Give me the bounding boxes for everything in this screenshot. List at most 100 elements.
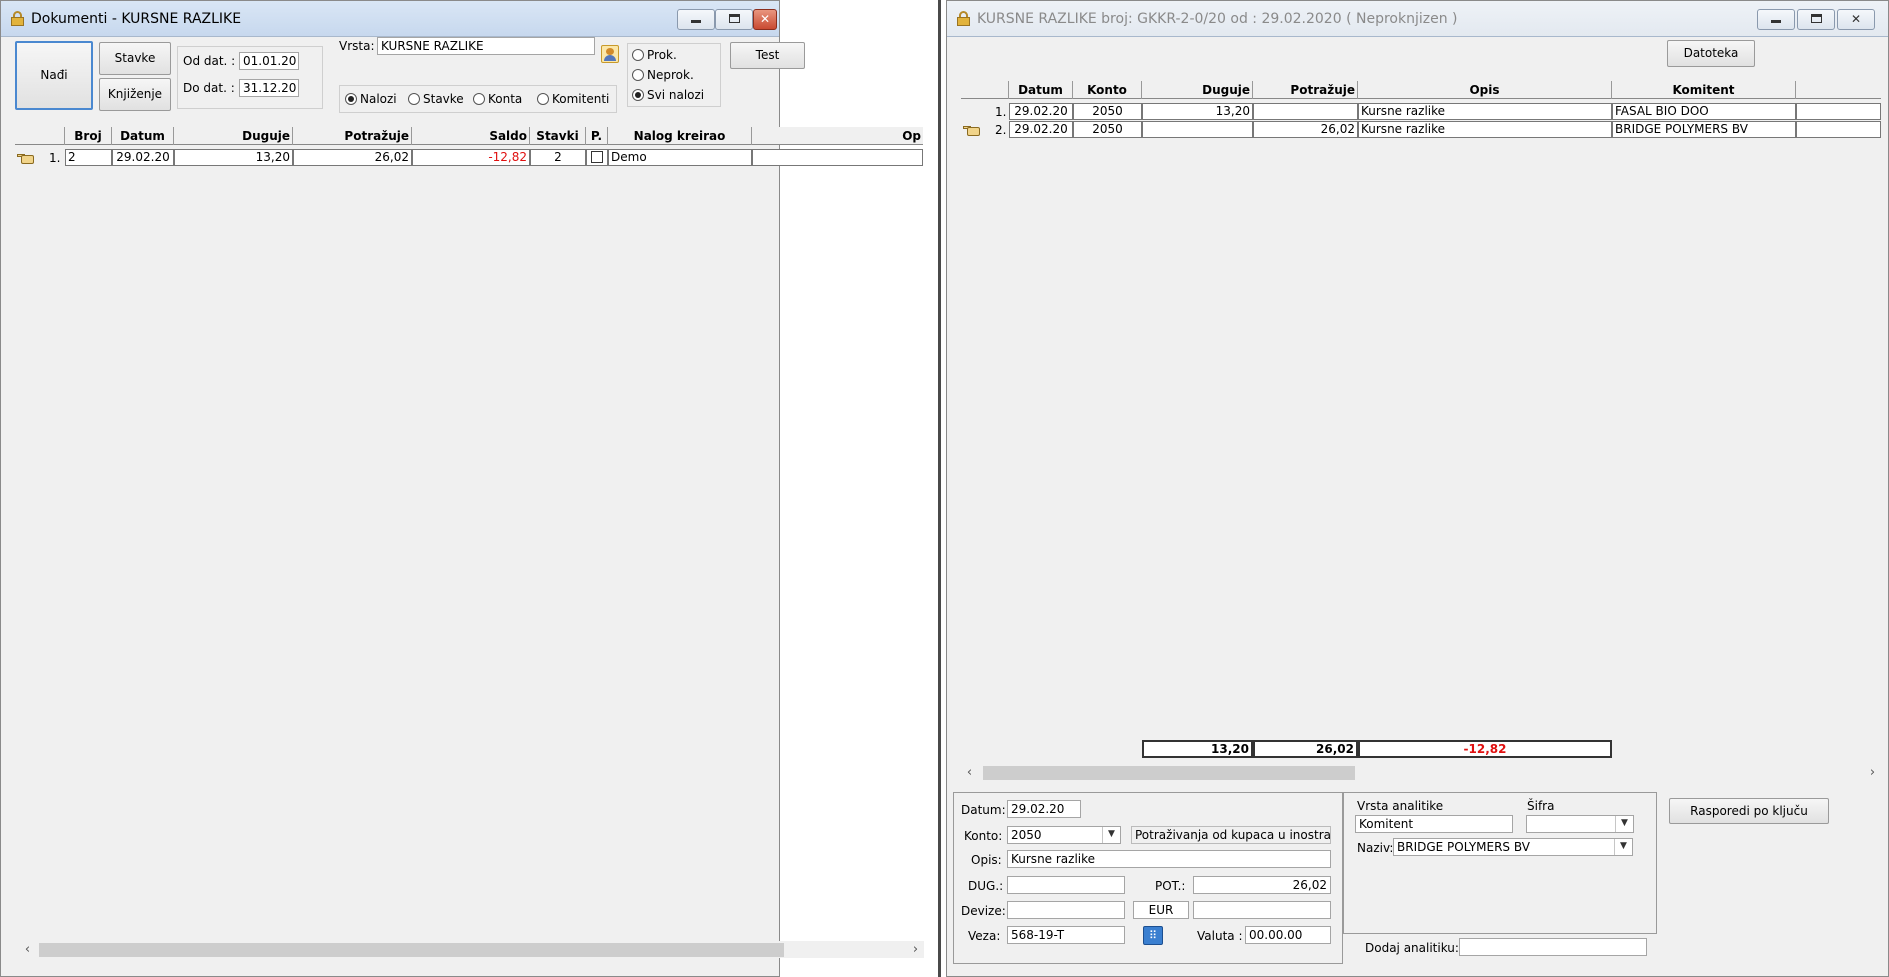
chevron-down-icon[interactable]: ▼ bbox=[1614, 839, 1632, 855]
cell-konto[interactable]: 2050 bbox=[1073, 121, 1142, 138]
chevron-down-icon[interactable]: ▼ bbox=[1102, 827, 1120, 843]
cell-opis[interactable]: Kursne razlike bbox=[1358, 103, 1612, 120]
veza-input[interactable]: 568-19-T bbox=[1007, 926, 1125, 944]
header-kreirao[interactable]: Nalog kreirao bbox=[608, 127, 752, 145]
posting-button[interactable]: Knjiženje bbox=[99, 78, 171, 111]
date-to-input[interactable]: 31.12.20 bbox=[239, 79, 299, 97]
table-row[interactable]: 1. 2 29.02.20 13,20 26,02 -12,82 2 Demo bbox=[15, 149, 923, 166]
header-datum[interactable]: Datum bbox=[1009, 81, 1073, 99]
documents-hscrollbar[interactable]: ‹ › bbox=[19, 941, 924, 958]
cell-kreirao[interactable]: Demo bbox=[608, 149, 752, 166]
cell-duguje[interactable] bbox=[1142, 121, 1253, 138]
header-duguje[interactable]: Duguje bbox=[174, 127, 293, 145]
cell-extra[interactable] bbox=[1796, 121, 1881, 138]
cell-p[interactable] bbox=[586, 149, 608, 166]
analytics-type-input[interactable]: Komitent bbox=[1355, 815, 1513, 833]
user-lookup-icon[interactable] bbox=[601, 45, 619, 63]
view-radio-stavke[interactable]: Stavke bbox=[408, 92, 464, 106]
currency-field[interactable]: EUR bbox=[1133, 901, 1189, 919]
cell-stavki[interactable]: 2 bbox=[530, 149, 586, 166]
items-button[interactable]: Stavke bbox=[99, 42, 171, 75]
datoteka-button[interactable]: Datoteka bbox=[1667, 40, 1755, 67]
cell-duguje[interactable]: 13,20 bbox=[1142, 103, 1253, 120]
grid-header: Datum Konto Duguje Potražuje Opis Komite… bbox=[961, 81, 1881, 99]
cell-duguje[interactable]: 13,20 bbox=[174, 149, 293, 166]
cell-broj[interactable]: 2 bbox=[65, 149, 112, 166]
cell-potrazuje[interactable]: 26,02 bbox=[293, 149, 412, 166]
journal-entry-titlebar[interactable]: KURSNE RAZLIKE broj: GKKR-2-0/20 od : 29… bbox=[947, 1, 1888, 37]
header-opis[interactable]: Opis bbox=[1358, 81, 1612, 99]
documents-titlebar[interactable]: Dokumenti - KURSNE RAZLIKE ✕ bbox=[1, 1, 779, 37]
documents-grid: Broj Datum Duguje Potražuje Saldo Stavki… bbox=[15, 127, 923, 947]
view-radio-komitenti[interactable]: Komitenti bbox=[537, 92, 609, 106]
close-button[interactable]: ✕ bbox=[1837, 9, 1875, 30]
cell-saldo[interactable]: -12,82 bbox=[412, 149, 530, 166]
analytics-code-select[interactable]: ▼ bbox=[1526, 815, 1634, 833]
find-button[interactable]: Nađi bbox=[15, 41, 93, 110]
cell-konto[interactable]: 2050 bbox=[1073, 103, 1142, 120]
opis-input[interactable]: Kursne razlike bbox=[1007, 850, 1331, 868]
scroll-left-icon[interactable]: ‹ bbox=[961, 764, 978, 781]
cell-op[interactable] bbox=[752, 149, 923, 166]
cell-komitent[interactable]: FASAL BIO DOO bbox=[1612, 103, 1796, 120]
add-analytics-input[interactable] bbox=[1459, 938, 1647, 956]
header-stavki[interactable]: Stavki bbox=[530, 127, 586, 145]
analytics-name-select[interactable]: BRIDGE POLYMERS BV ▼ bbox=[1393, 838, 1633, 856]
entries-hscrollbar[interactable]: ‹ › bbox=[961, 764, 1881, 781]
cell-potrazuje[interactable] bbox=[1253, 103, 1358, 120]
scroll-thumb[interactable] bbox=[39, 943, 784, 957]
chevron-down-icon[interactable]: ▼ bbox=[1615, 816, 1633, 832]
header-datum[interactable]: Datum bbox=[112, 127, 174, 145]
view-radio-konta[interactable]: Konta bbox=[473, 92, 522, 106]
close-button[interactable]: ✕ bbox=[753, 9, 777, 30]
cell-opis[interactable]: Kursne razlike bbox=[1358, 121, 1612, 138]
maximize-button[interactable] bbox=[715, 9, 753, 30]
scroll-right-icon[interactable]: › bbox=[1864, 764, 1881, 781]
header-saldo[interactable]: Saldo bbox=[412, 127, 530, 145]
maximize-button[interactable] bbox=[1797, 9, 1835, 30]
status-radio-svi[interactable]: Svi nalozi bbox=[632, 88, 704, 102]
cell-datum[interactable]: 29.02.20 bbox=[1009, 121, 1073, 138]
cell-extra[interactable] bbox=[1796, 103, 1881, 120]
distribute-by-key-button[interactable]: Rasporedi po ključu bbox=[1669, 798, 1829, 824]
header-op[interactable]: Op bbox=[752, 127, 923, 145]
minimize-button[interactable] bbox=[1757, 9, 1795, 30]
header-komitent[interactable]: Komitent bbox=[1612, 81, 1796, 99]
minimize-button[interactable] bbox=[677, 9, 715, 30]
header-potrazuje[interactable]: Potražuje bbox=[293, 127, 412, 145]
find-button-label: Nađi bbox=[40, 68, 68, 82]
veza-lookup-button[interactable]: ⠿ bbox=[1143, 926, 1163, 945]
scroll-right-icon[interactable]: › bbox=[907, 941, 924, 958]
view-radio-nalozi[interactable]: Nalozi bbox=[345, 92, 397, 106]
table-row[interactable]: 1. 29.02.20 2050 13,20 Kursne razlike FA… bbox=[961, 103, 1881, 120]
devize-input[interactable] bbox=[1007, 901, 1125, 919]
header-duguje[interactable]: Duguje bbox=[1142, 81, 1253, 99]
scroll-thumb[interactable] bbox=[983, 766, 1355, 780]
cell-komitent[interactable]: BRIDGE POLYMERS BV bbox=[1612, 121, 1796, 138]
cell-datum[interactable]: 29.02.20 bbox=[1009, 103, 1073, 120]
valuta-input[interactable]: 00.00.00 bbox=[1245, 926, 1331, 944]
status-radio-prok[interactable]: Prok. bbox=[632, 48, 677, 62]
cell-datum[interactable]: 29.02.20 bbox=[112, 149, 174, 166]
radio-icon bbox=[473, 93, 485, 105]
analytics-type-label: Vrsta analitike bbox=[1357, 799, 1444, 813]
header-p[interactable]: P. bbox=[586, 127, 608, 145]
header-konto[interactable]: Konto bbox=[1073, 81, 1142, 99]
scroll-left-icon[interactable]: ‹ bbox=[19, 941, 36, 958]
header-broj[interactable]: Broj bbox=[65, 127, 112, 145]
datum-input[interactable]: 29.02.20 bbox=[1007, 800, 1081, 818]
table-row[interactable]: 2. 29.02.20 2050 26,02 Kursne razlike BR… bbox=[961, 121, 1881, 138]
view-radio-label: Nalozi bbox=[360, 92, 397, 106]
dug-input[interactable] bbox=[1007, 876, 1125, 894]
posted-checkbox[interactable] bbox=[591, 151, 603, 163]
header-potrazuje[interactable]: Potražuje bbox=[1253, 81, 1358, 99]
status-radio-neprok[interactable]: Neprok. bbox=[632, 68, 694, 82]
test-button[interactable]: Test bbox=[730, 42, 805, 69]
date-from-input[interactable]: 01.01.20 bbox=[239, 52, 299, 70]
pot-input[interactable]: 26,02 bbox=[1193, 876, 1331, 894]
cell-potrazuje[interactable]: 26,02 bbox=[1253, 121, 1358, 138]
type-input[interactable]: KURSNE RAZLIKE bbox=[377, 37, 595, 55]
row-number: 1. bbox=[49, 151, 61, 165]
konto-select[interactable]: 2050 ▼ bbox=[1007, 826, 1121, 844]
devize-amount-input[interactable] bbox=[1193, 901, 1331, 919]
